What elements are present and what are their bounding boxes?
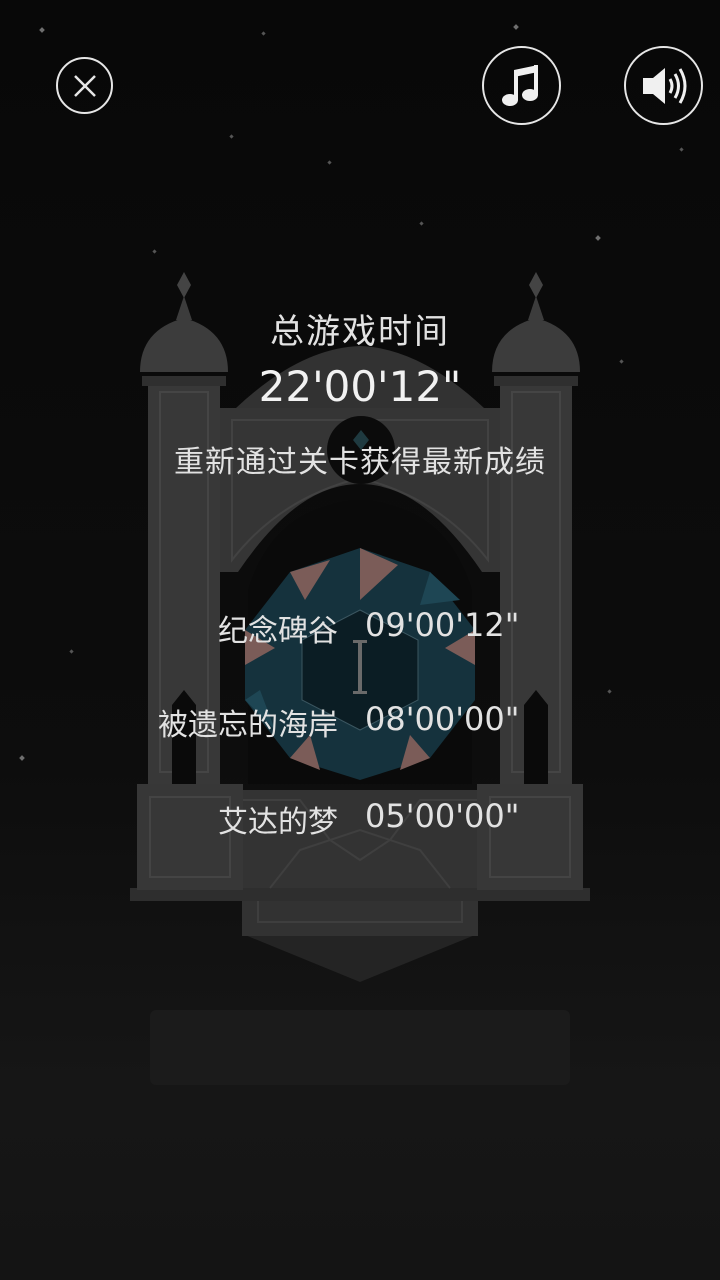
total-time-value: 22'00'12" [258,362,462,411]
ground-shadow [150,1010,570,1085]
game-screen: 总游戏时间 22'00'12" 重新通过关卡获得最新成绩 纪念碑谷 09'00'… [0,0,720,1280]
chapter-time: 05'00'00" [365,797,520,835]
chapter-time: 08'00'00" [365,700,520,738]
close-button[interactable] [56,57,113,114]
base-spike [245,935,475,982]
music-toggle-button[interactable] [482,46,561,125]
speaker-icon [642,67,686,104]
chapter-name: 纪念碑谷 [218,614,338,649]
replay-hint: 重新通过关卡获得最新成绩 [174,445,546,480]
music-note-icon [501,64,538,106]
total-time-label: 总游戏时间 [270,312,450,352]
chapter-name: 被遗忘的海岸 [158,708,338,743]
monument-illustration [130,272,590,1085]
chapter-time: 09'00'12" [365,606,520,644]
close-icon [73,74,96,97]
chapter-name: 艾达的梦 [218,805,338,840]
sound-toggle-button[interactable] [624,46,703,125]
